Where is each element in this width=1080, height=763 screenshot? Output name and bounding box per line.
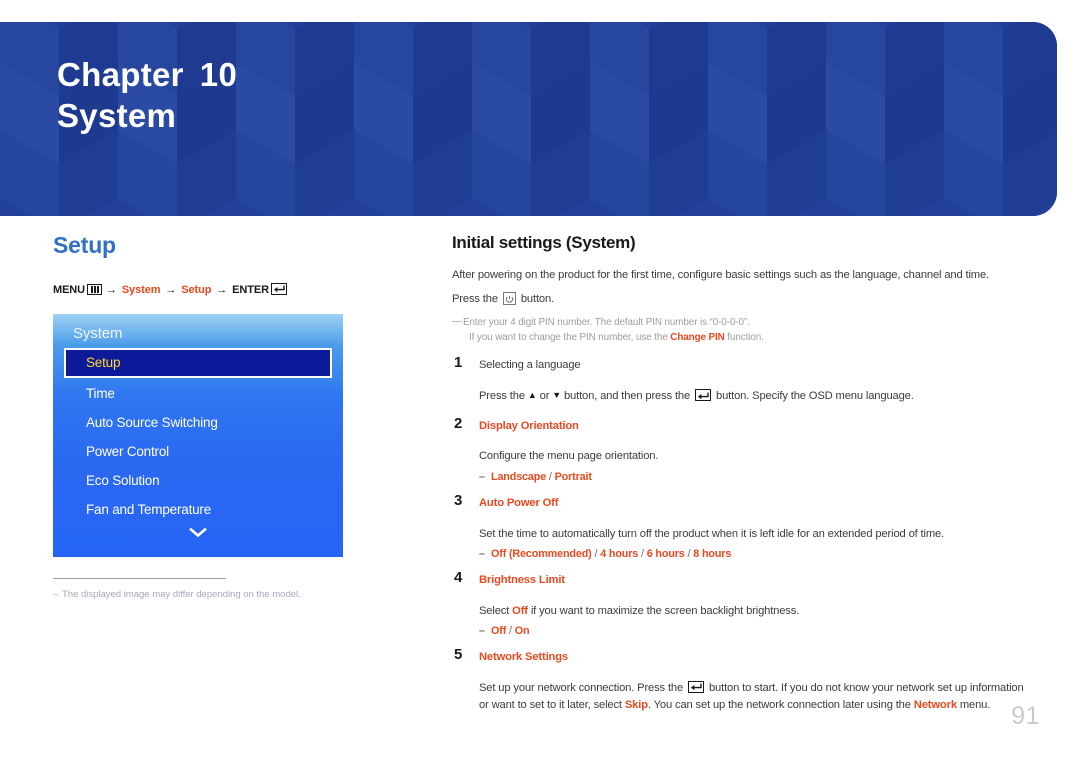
option-dash: – <box>479 470 485 483</box>
osd-scroll-more[interactable] <box>53 526 343 544</box>
footnote-divider <box>53 578 226 579</box>
press-button-paragraph: Press the button. <box>452 291 1027 308</box>
menu-path-step-setup[interactable]: Setup <box>181 284 211 296</box>
option-portrait[interactable]: Portrait <box>555 471 592 483</box>
step-4: 4 Brightness Limit Select Off if you wan… <box>452 568 1027 638</box>
chevron-down-icon <box>189 527 207 538</box>
osd-menu-panel: System Setup Time Auto Source Switching … <box>53 314 343 557</box>
menu-path-arrow-1: → <box>106 284 117 296</box>
step-5-heading: Network Settings <box>479 651 568 664</box>
osd-item-time[interactable]: Time <box>64 379 332 408</box>
step-4-body: Select Off if you want to maximize the s… <box>479 603 1027 620</box>
step-4-heading: Brightness Limit <box>479 573 565 586</box>
step-2-options: – Landscape / Portrait <box>479 470 592 483</box>
menu-grid-icon <box>87 284 102 295</box>
menu-path-breadcrumb: MENU → System → Setup → ENTER <box>53 283 403 296</box>
menu-path-arrow-2: → <box>165 284 177 296</box>
intro-paragraph: After powering on the product for the fi… <box>452 269 989 281</box>
left-column: Setup MENU → System → Setup → ENTER <box>53 232 403 311</box>
step-4-options: – Off / On <box>479 625 530 638</box>
step-3: 3 Auto Power Off Set the time to automat… <box>452 491 1027 560</box>
footnote-text: The displayed image may differ depending… <box>62 589 301 600</box>
step-4-body-post: if you want to maximize the screen backl… <box>530 604 800 617</box>
pin-note: — Enter your 4 digit PIN number. The def… <box>452 316 1027 346</box>
pin-note-line-2-pre: If you want to change the PIN number, us… <box>469 331 668 343</box>
arrow-up-icon: ▲ <box>527 390 537 401</box>
osd-menu-list: Setup Time Auto Source Switching Power C… <box>53 348 343 524</box>
chapter-banner: Chapter 10 System <box>0 22 1057 216</box>
enter-return-icon <box>695 389 712 402</box>
enter-return-icon <box>688 680 705 693</box>
step-2-heading: Display Orientation <box>479 419 579 432</box>
option-on[interactable]: On <box>515 625 530 637</box>
step-5-body-p1: Set up your network connection. Press th… <box>479 681 684 694</box>
osd-panel-title: System <box>73 325 123 342</box>
page-number: 91 <box>1011 702 1040 730</box>
step-3-body: Set the time to automatically turn off t… <box>479 527 945 540</box>
step-1-body-pre: Press the <box>479 390 525 403</box>
step-4-body-pre: Select <box>479 604 510 617</box>
footnote-dash: – <box>53 589 59 600</box>
step-3-number: 3 <box>454 491 463 509</box>
page-title: Setup <box>53 232 116 258</box>
pin-note-line-2: If you want to change the PIN number, us… <box>463 331 1027 346</box>
enter-return-icon <box>270 283 287 295</box>
step-2-body: Configure the menu page orientation. <box>479 450 659 463</box>
option-4-hours[interactable]: 4 hours <box>600 548 638 560</box>
osd-item-auto-source-switching[interactable]: Auto Source Switching <box>64 408 332 437</box>
right-column: Initial settings (System) After powering… <box>452 233 1027 715</box>
step-5-body-p4: menu. <box>959 699 991 712</box>
pin-note-line-2-post: function. <box>727 331 764 343</box>
chapter-number: 10 <box>199 56 238 93</box>
skip-option[interactable]: Skip <box>625 699 648 711</box>
arrow-down-icon: ▼ <box>552 390 562 401</box>
chapter-name: System <box>57 96 177 134</box>
step-1-body: Press the ▲ or ▼ button, and then press … <box>479 388 1027 405</box>
osd-item-fan-and-temperature[interactable]: Fan and Temperature <box>64 495 332 524</box>
press-button-prefix: Press the <box>452 293 498 306</box>
menu-path-enter-label: ENTER <box>232 284 269 296</box>
footnote-text-row: – The displayed image may differ dependin… <box>53 588 383 602</box>
step-3-options: – Off (Recommended) / 4 hours / 6 hours … <box>479 547 732 560</box>
osd-item-power-control[interactable]: Power Control <box>64 437 332 466</box>
step-5-number: 5 <box>454 646 463 664</box>
step-1: 1 Selecting a language Press the ▲ or ▼ … <box>452 354 1027 405</box>
menu-path-step-system[interactable]: System <box>122 284 161 296</box>
step-2: 2 Display Orientation Configure the menu… <box>452 414 1027 483</box>
step-1-body-post: button. Specify the OSD menu language. <box>716 390 914 403</box>
option-8-hours[interactable]: 8 hours <box>693 548 731 560</box>
step-1-heading: Selecting a language <box>479 359 581 372</box>
pin-note-dash: — <box>452 315 462 327</box>
step-2-number: 2 <box>454 414 463 432</box>
step-3-heading: Auto Power Off <box>479 496 559 509</box>
press-button-suffix: button. <box>520 293 555 306</box>
step-1-number: 1 <box>454 354 463 372</box>
left-footnote: – The displayed image may differ dependin… <box>53 578 383 602</box>
step-5-body-p3: . You can set up the network connection … <box>647 699 911 712</box>
network-menu-link[interactable]: Network <box>914 699 957 711</box>
option-off-recommended[interactable]: Off (Recommended) <box>491 548 592 560</box>
change-pin-link[interactable]: Change PIN <box>670 332 725 343</box>
step-1-body-mid1: or <box>539 390 550 403</box>
step-4-number: 4 <box>454 568 463 586</box>
osd-item-eco-solution[interactable]: Eco Solution <box>64 466 332 495</box>
section-heading: Initial settings (System) <box>452 233 636 252</box>
chapter-label: Chapter <box>57 56 184 93</box>
pin-note-line-1: Enter your 4 digit PIN number. The defau… <box>463 316 750 328</box>
step-5-body: Set up your network connection. Press th… <box>479 680 1027 715</box>
option-dash: – <box>479 625 485 638</box>
step-1-body-mid2: button, and then press the <box>563 390 691 403</box>
option-off[interactable]: Off <box>491 625 506 637</box>
power-button-icon <box>502 292 516 306</box>
osd-item-setup[interactable]: Setup <box>64 348 332 378</box>
option-dash: – <box>479 547 485 560</box>
option-landscape[interactable]: Landscape <box>491 471 546 483</box>
step-5: 5 Network Settings Set up your network c… <box>452 646 1027 715</box>
menu-path-menu-label: MENU <box>53 284 85 296</box>
option-6-hours[interactable]: 6 hours <box>647 548 685 560</box>
banner-title-group: Chapter 10 System <box>57 56 237 136</box>
step-4-body-accent: Off <box>512 604 528 617</box>
menu-path-arrow-3: → <box>216 284 228 296</box>
